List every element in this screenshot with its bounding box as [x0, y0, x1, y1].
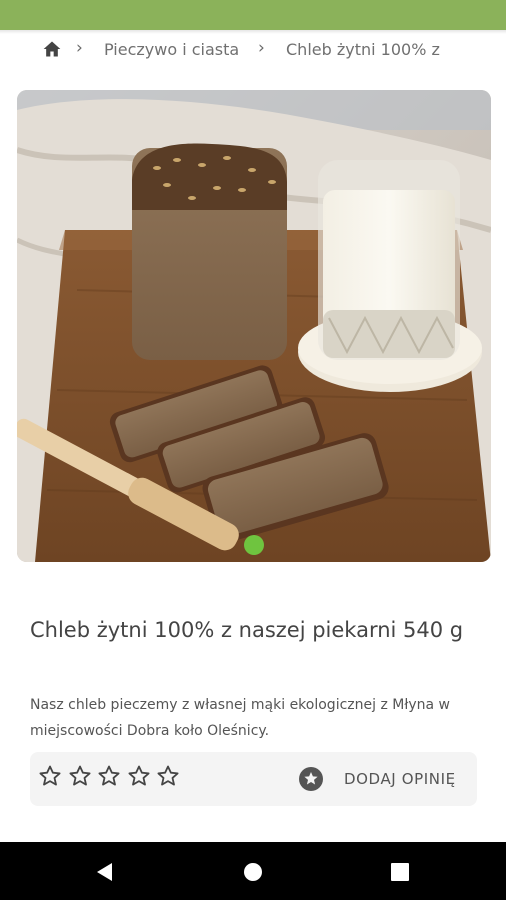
- star-outline-icon[interactable]: [156, 764, 180, 788]
- home-circle-icon[interactable]: [242, 861, 264, 883]
- product-title: Chleb żytni 100% z naszej piekarni 540 g: [30, 618, 464, 642]
- star-rating[interactable]: [38, 764, 186, 788]
- add-review-label: DODAJ OPINIĘ: [344, 770, 456, 788]
- star-outline-icon[interactable]: [38, 764, 62, 788]
- breadcrumb-item-current: Chleb żytni 100% z: [286, 40, 440, 59]
- toolbar-shadow: [0, 30, 506, 34]
- home-icon[interactable]: [42, 39, 62, 59]
- breadcrumb-item-category[interactable]: Pieczywo i ciasta: [104, 40, 239, 59]
- rating-section: DODAJ OPINIĘ: [30, 752, 477, 806]
- star-outline-icon[interactable]: [127, 764, 151, 788]
- product-photo: [17, 90, 491, 562]
- star-circle-icon: [299, 767, 323, 791]
- back-triangle-icon[interactable]: [94, 861, 116, 883]
- product-image-gallery[interactable]: [17, 90, 491, 562]
- system-navigation-bar: [0, 842, 506, 900]
- chevron-right-icon: ›: [258, 38, 265, 58]
- gallery-page-indicator-active[interactable]: [244, 535, 264, 555]
- star-outline-icon[interactable]: [68, 764, 92, 788]
- breadcrumb: › Pieczywo i ciasta › Chleb żytni 100% z: [0, 36, 506, 66]
- product-description: Nasz chleb pieczemy z własnej mąki ekolo…: [30, 697, 450, 739]
- recents-square-icon[interactable]: [389, 861, 411, 883]
- status-bar: [0, 0, 506, 30]
- star-outline-icon[interactable]: [97, 764, 121, 788]
- add-review-button[interactable]: DODAJ OPINIĘ: [298, 761, 456, 797]
- chevron-right-icon: ›: [76, 38, 83, 58]
